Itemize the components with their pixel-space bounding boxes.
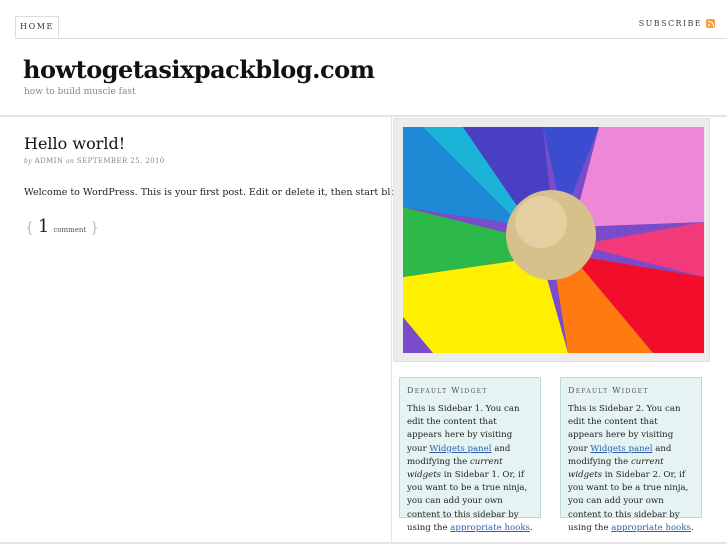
post-meta: by ADMIN on SEPTEMBER 25, 2010: [24, 157, 165, 165]
sidebar-image-frame: [393, 118, 710, 362]
sidebar-2-widget: Default Widget This is Sidebar 2. You ca…: [560, 377, 702, 533]
post-date: SEPTEMBER 25, 2010: [76, 157, 165, 165]
widget-text-part: .: [690, 522, 694, 533]
post-meta-by: by: [24, 158, 33, 165]
widget-text: This is Sidebar 1. You can edit the cont…: [407, 403, 533, 535]
widget-text: This is Sidebar 2. You can edit the cont…: [568, 403, 694, 535]
widget-title: Default Widget: [568, 386, 649, 395]
comment-label: comment: [53, 226, 87, 234]
site-tagline: how to build muscle fast: [24, 87, 136, 97]
sidebar-1-widget: Default Widget This is Sidebar 1. You ca…: [399, 377, 541, 533]
comment-brace-close: }: [90, 220, 100, 236]
post-body: Welcome to WordPress. This is your first…: [24, 187, 428, 198]
pinwheel-image: [403, 127, 704, 353]
sidebar-divider: [391, 117, 392, 542]
top-navigation: HOME SUBSCRIBE: [15, 16, 727, 39]
widgets-panel-link[interactable]: Widgets panel: [590, 444, 652, 454]
footer-divider: [0, 542, 727, 544]
appropriate-hooks-link[interactable]: appropriate hooks: [611, 523, 691, 533]
comment-brace-open: {: [25, 220, 34, 236]
post-title[interactable]: Hello world!: [24, 134, 125, 153]
subscribe-link[interactable]: SUBSCRIBE: [639, 19, 715, 28]
appropriate-hooks-link[interactable]: appropriate hooks: [450, 523, 530, 533]
comment-count: 1: [37, 216, 50, 237]
site-title[interactable]: howtogetasixpackblog.com: [23, 55, 375, 84]
widgets-panel-link[interactable]: Widgets panel: [429, 444, 491, 454]
header-divider: [0, 115, 727, 117]
post-meta-on: on: [66, 158, 75, 165]
post-author[interactable]: ADMIN: [35, 157, 64, 165]
subscribe-label: SUBSCRIBE: [638, 19, 702, 28]
rss-icon: [706, 19, 715, 28]
comments-link[interactable]: { 1 comment }: [25, 216, 99, 237]
tab-home[interactable]: HOME: [15, 16, 59, 38]
widget-title: Default Widget: [407, 386, 488, 395]
widget-text-part: .: [529, 522, 533, 533]
